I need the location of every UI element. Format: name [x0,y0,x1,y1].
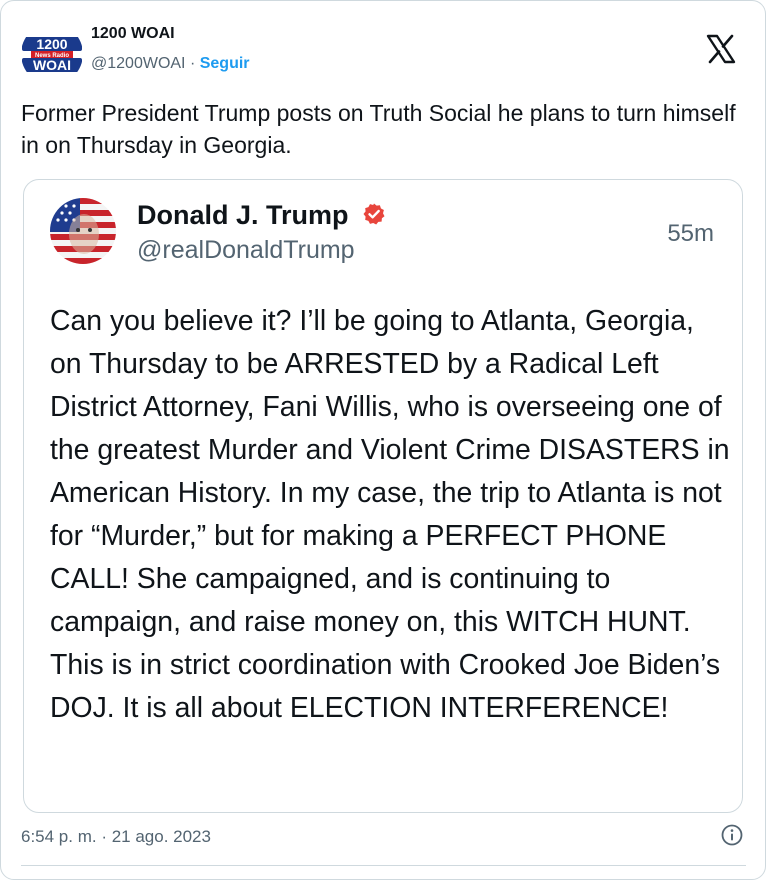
footer-divider [21,865,746,866]
info-icon[interactable] [720,823,744,847]
x-logo-icon[interactable] [705,33,737,65]
quoted-author-handle[interactable]: @realDonaldTrump [137,236,355,265]
quoted-post-time[interactable]: 55m [667,220,714,248]
quoted-author-name[interactable]: Donald J. Trump [137,200,386,231]
tweet-timestamp[interactable]: 6:54 p. m. · 21 ago. 2023 [21,827,211,847]
author-avatar[interactable]: 1200 News Radio WOAI [21,23,83,85]
quoted-post[interactable]: Donald J. Trump @realDonaldTrump 55m Can… [23,179,743,813]
flag-portrait-image [50,198,116,264]
logo-top-text: 1200 [36,36,67,52]
woai-logo: 1200 News Radio WOAI [21,23,83,85]
tweet-footer: 6:54 p. m. · 21 ago. 2023 [21,823,746,853]
tweet-card[interactable]: 1200 News Radio WOAI 1200 WOAI @1200WOAI… [0,0,766,880]
quoted-post-body: Can you believe it? I’ll be going to Atl… [50,305,730,724]
tweet-header: 1200 News Radio WOAI 1200 WOAI @1200WOAI… [21,19,751,85]
follow-button[interactable]: Seguir [200,55,250,72]
logo-bottom-text: WOAI [33,57,71,73]
quoted-author-avatar[interactable] [50,198,116,264]
quoted-author-name-text: Donald J. Trump [137,200,349,230]
author-handle-row: @1200WOAI · Seguir [91,55,250,73]
separator-dot: · [189,55,196,72]
author-handle[interactable]: @1200WOAI [91,55,186,72]
author-name[interactable]: 1200 WOAI [91,25,175,43]
tweet-text: Former President Trump posts on Truth So… [21,100,736,158]
verified-badge-icon [363,203,385,225]
